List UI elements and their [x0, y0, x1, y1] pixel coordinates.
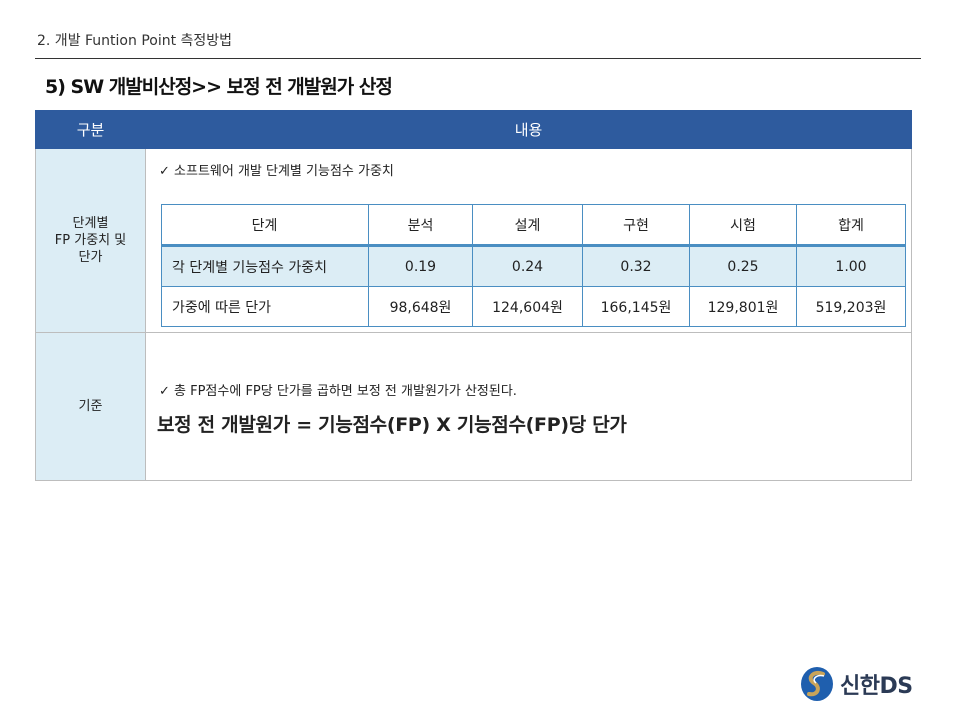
check-item-standard: ✓ 총 FP점수에 FP당 단가를 곱하면 보정 전 개발원가가 산정된다. [159, 384, 517, 399]
row-label-line: 단가 [78, 250, 103, 265]
inner-header-cell: 분석 [368, 204, 473, 247]
stage-weight-table: 단계 분석 설계 구현 시험 합계 각 단계별 기능점수 가중치 0.19 0.… [161, 204, 906, 327]
price-cell: 519,203원 [796, 286, 906, 327]
weight-row: 각 단계별 기능점수 가중치 0.19 0.24 0.32 0.25 1.00 [161, 245, 906, 287]
inner-header-cell: 합계 [796, 204, 906, 247]
cost-formula: 보정 전 개발원가 = 기능점수(FP) X 기능점수(FP)당 단가 [157, 414, 627, 436]
price-cell: 166,145원 [582, 286, 690, 327]
header-title: 2. 개발 Funtion Point 측정방법 [37, 33, 233, 49]
weight-cell: 0.25 [689, 245, 797, 287]
main-table: 구분 내용 단계별 FP 가중치 및 단가 ✓ 소프트웨어 개발 단계별 기능점… [35, 110, 912, 481]
company-logo: 신한DS [800, 666, 913, 702]
inner-header-cell: 구현 [582, 204, 690, 247]
weight-cell: 0.24 [472, 245, 583, 287]
check-item-weight: ✓ 소프트웨어 개발 단계별 기능점수 가중치 [159, 164, 394, 179]
price-cell: 124,604원 [472, 286, 583, 327]
row-content-standard: ✓ 총 FP점수에 FP당 단가를 곱하면 보정 전 개발원가가 산정된다. 보… [145, 332, 912, 481]
header-divider [35, 58, 921, 59]
inner-header-cell: 시험 [689, 204, 797, 247]
section-title: 5) SW 개발비산정>> 보정 전 개발원가 산정 [45, 76, 393, 98]
shinhan-emblem-icon [801, 667, 833, 701]
weight-cell: 0.19 [368, 245, 473, 287]
row-label-stage-weight: 단계별 FP 가중치 및 단가 [35, 148, 146, 333]
price-row-label: 가중에 따른 단가 [161, 286, 369, 327]
logo-text: 신한DS [840, 674, 913, 699]
row-content-stage-weight: ✓ 소프트웨어 개발 단계별 기능점수 가중치 단계 분석 설계 구현 시험 합… [145, 148, 912, 333]
price-cell: 129,801원 [689, 286, 797, 327]
inner-header-row: 단계 분석 설계 구현 시험 합계 [161, 204, 906, 247]
price-cell: 98,648원 [368, 286, 473, 327]
col-header-content: 내용 [145, 110, 912, 149]
weight-cell: 1.00 [796, 245, 906, 287]
row-label-line: 단계별 [72, 216, 109, 231]
col-header-category: 구분 [35, 110, 146, 149]
inner-header-cell: 단계 [161, 204, 369, 247]
row-label-standard: 기준 [35, 332, 146, 481]
inner-header-cell: 설계 [472, 204, 583, 247]
weight-cell: 0.32 [582, 245, 690, 287]
price-row: 가중에 따른 단가 98,648원 124,604원 166,145원 129,… [161, 286, 906, 327]
row-label-line: FP 가중치 및 [54, 233, 127, 248]
weight-row-label: 각 단계별 기능점수 가중치 [161, 245, 369, 287]
